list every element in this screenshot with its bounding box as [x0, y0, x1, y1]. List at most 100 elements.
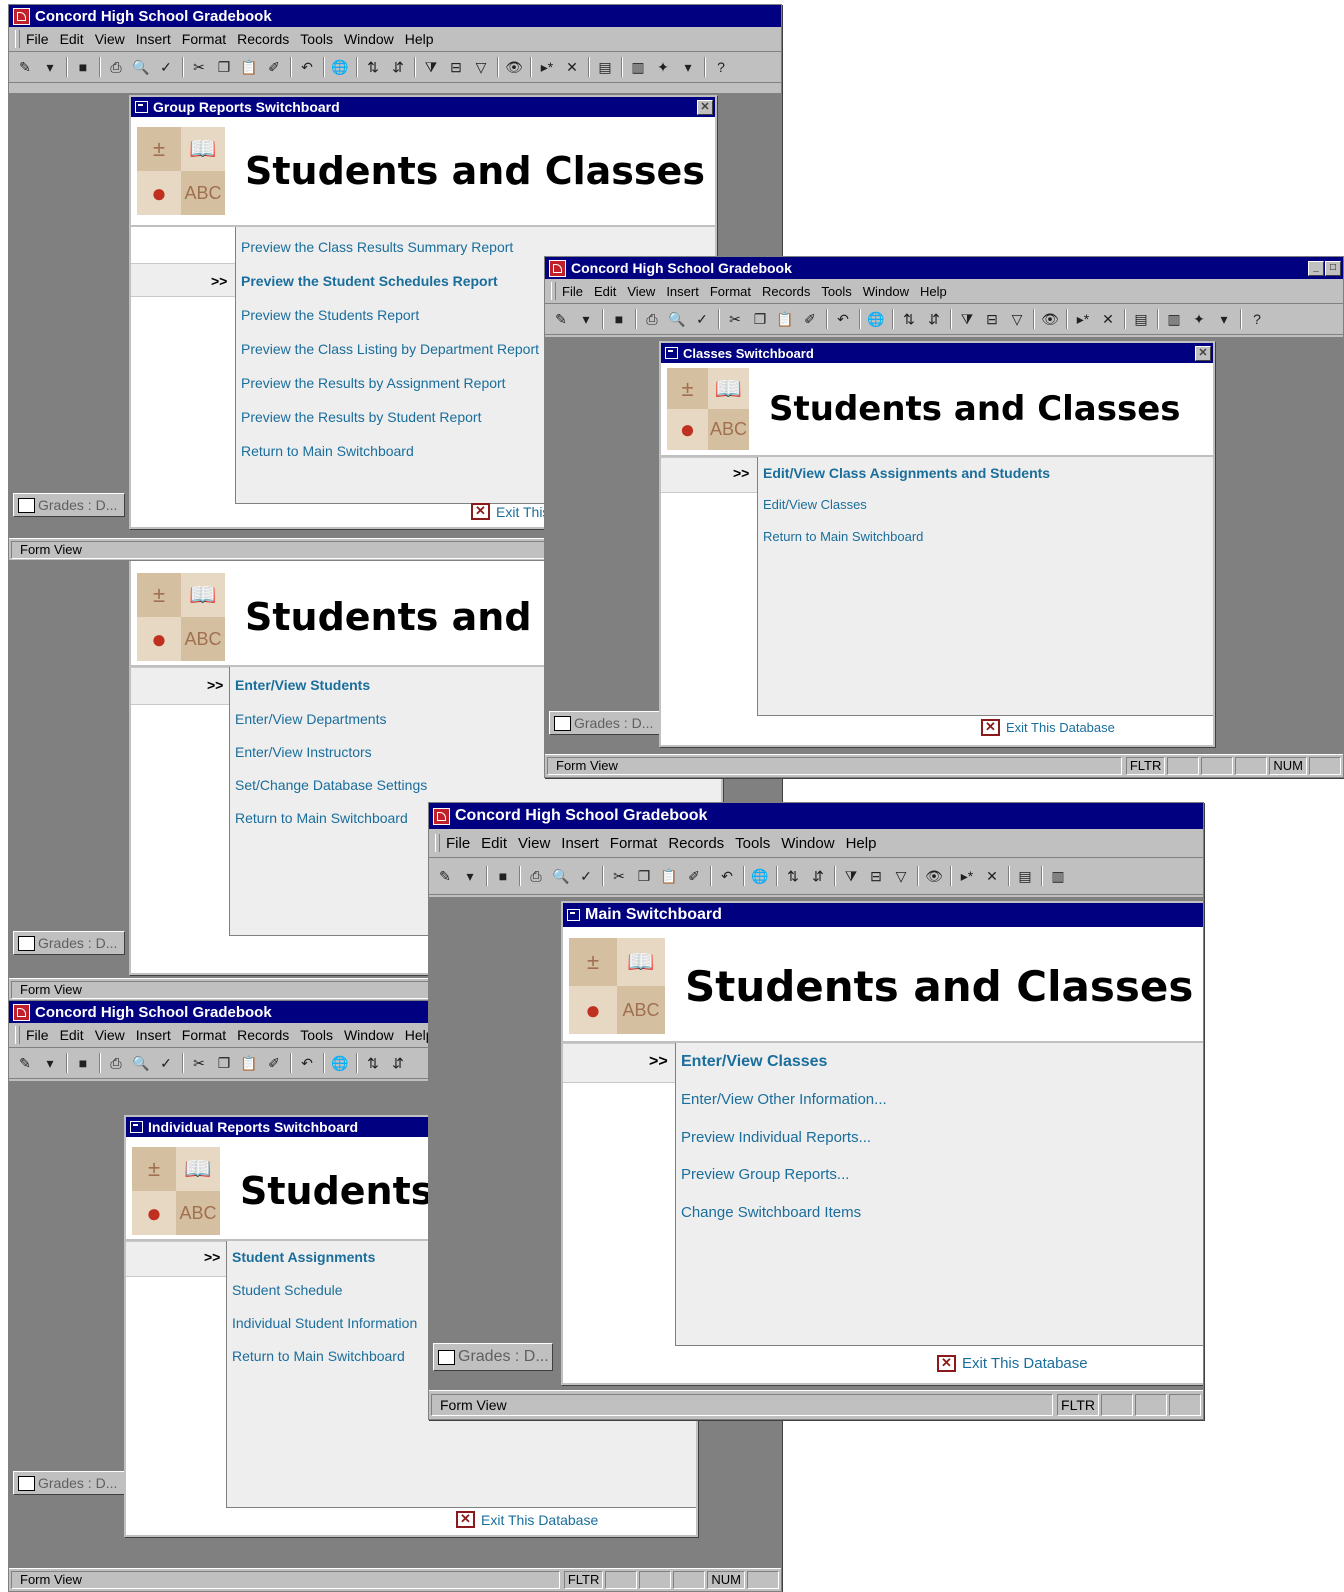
copy-icon[interactable]: ❐: [214, 1053, 234, 1073]
sort-descending-icon[interactable]: ⇵: [388, 57, 408, 77]
menu-window[interactable]: Window: [781, 835, 834, 852]
switchboard-item[interactable]: Preview the Class Listing by Department …: [241, 341, 539, 357]
spelling-icon[interactable]: ✓: [576, 866, 596, 886]
menu-view[interactable]: View: [518, 835, 550, 852]
menu-tools[interactable]: Tools: [300, 1027, 333, 1043]
menu-records[interactable]: Records: [237, 1027, 289, 1043]
delete-record-icon[interactable]: ✕: [982, 866, 1002, 886]
switchboard-item-selected[interactable]: Edit/View Class Assignments and Students: [763, 465, 1050, 481]
switchboard-item[interactable]: Enter/View Departments: [235, 711, 386, 727]
properties-icon[interactable]: ▤: [1131, 309, 1151, 329]
close-icon[interactable]: ✕: [1195, 345, 1211, 361]
paste-icon[interactable]: 📋: [775, 309, 795, 329]
menu-format[interactable]: Format: [710, 284, 751, 299]
menu-insert[interactable]: Insert: [136, 1027, 171, 1043]
dropdown-arrow-icon[interactable]: ▾: [1214, 309, 1234, 329]
apply-filter-icon[interactable]: ▽: [471, 57, 491, 77]
switchboard-item[interactable]: Set/Change Database Settings: [235, 777, 427, 793]
switchboard-item[interactable]: Enter/View Other Information...: [681, 1091, 887, 1108]
menu-insert[interactable]: Insert: [666, 284, 699, 299]
menu-window[interactable]: Window: [344, 31, 394, 47]
database-window-icon[interactable]: ▥: [628, 57, 648, 77]
filter-by-selection-icon[interactable]: ⧩: [421, 57, 441, 77]
apply-filter-icon[interactable]: ▽: [1007, 309, 1027, 329]
menu-format[interactable]: Format: [182, 31, 226, 47]
new-object-icon[interactable]: ✦: [653, 57, 673, 77]
dropdown-arrow-icon[interactable]: ▾: [576, 309, 596, 329]
format-painter-icon[interactable]: ✐: [264, 57, 284, 77]
save-icon[interactable]: ■: [493, 866, 513, 886]
menu-help[interactable]: Help: [920, 284, 947, 299]
menu-window[interactable]: Window: [344, 1027, 394, 1043]
hyperlink-icon[interactable]: 🌐: [330, 57, 350, 77]
find-icon[interactable]: 👁: [924, 866, 944, 886]
app-titlebar[interactable]: Concord High School Gradebook _ □: [545, 257, 1343, 279]
help-icon[interactable]: ?: [1247, 309, 1267, 329]
switchboard-item-selected[interactable]: Enter/View Students: [235, 677, 370, 693]
menu-insert[interactable]: Insert: [136, 31, 171, 47]
dropdown-arrow-icon[interactable]: ▾: [460, 866, 480, 886]
cut-icon[interactable]: ✂: [189, 1053, 209, 1073]
menu-insert[interactable]: Insert: [561, 835, 599, 852]
switchboard-item-selected[interactable]: Preview the Student Schedules Report: [241, 273, 498, 289]
menu-file[interactable]: File: [26, 31, 49, 47]
sort-descending-icon[interactable]: ⇵: [388, 1053, 408, 1073]
sort-ascending-icon[interactable]: ⇅: [363, 1053, 383, 1073]
switchboard-item[interactable]: Individual Student Information: [232, 1315, 417, 1331]
switchboard-item[interactable]: Preview the Class Results Summary Report: [241, 239, 513, 255]
menu-help[interactable]: Help: [405, 31, 434, 47]
undo-icon[interactable]: ↶: [297, 1053, 317, 1073]
sort-descending-icon[interactable]: ⇵: [924, 309, 944, 329]
minimized-database-window[interactable]: Grades : D...: [13, 931, 125, 955]
menu-window[interactable]: Window: [863, 284, 909, 299]
hyperlink-icon[interactable]: 🌐: [866, 309, 886, 329]
switchboard-item-selected[interactable]: Enter/View Classes: [681, 1053, 827, 1071]
sort-ascending-icon[interactable]: ⇅: [363, 57, 383, 77]
app-titlebar[interactable]: Concord High School Gradebook: [9, 5, 781, 27]
delete-record-icon[interactable]: ✕: [1098, 309, 1118, 329]
menu-help[interactable]: Help: [846, 835, 877, 852]
new-object-icon[interactable]: ✦: [1189, 309, 1209, 329]
switchboard-item[interactable]: Student Schedule: [232, 1282, 343, 1298]
filter-by-selection-icon[interactable]: ⧩: [957, 309, 977, 329]
switchboard-item[interactable]: Preview the Results by Assignment Report: [241, 375, 506, 391]
menu-format[interactable]: Format: [610, 835, 658, 852]
format-painter-icon[interactable]: ✐: [684, 866, 704, 886]
menu-edit[interactable]: Edit: [594, 284, 616, 299]
menu-format[interactable]: Format: [182, 1027, 226, 1043]
switchboard-item[interactable]: Enter/View Instructors: [235, 744, 372, 760]
maximize-icon[interactable]: □: [1325, 260, 1341, 276]
spelling-icon[interactable]: ✓: [156, 57, 176, 77]
cut-icon[interactable]: ✂: [189, 57, 209, 77]
form-titlebar[interactable]: Classes Switchboard ✕: [661, 343, 1213, 363]
design-view-icon[interactable]: ✎: [15, 1053, 35, 1073]
find-icon[interactable]: 👁: [1040, 309, 1060, 329]
minimized-database-window[interactable]: Grades : D...: [433, 1343, 553, 1371]
design-view-icon[interactable]: ✎: [15, 57, 35, 77]
exit-database-button[interactable]: ✕ Exit This Database: [456, 1511, 598, 1528]
print-preview-icon[interactable]: 🔍: [131, 57, 151, 77]
menu-file[interactable]: File: [26, 1027, 49, 1043]
dropdown-arrow-icon[interactable]: ▾: [678, 57, 698, 77]
paste-icon[interactable]: 📋: [239, 57, 259, 77]
hyperlink-icon[interactable]: 🌐: [750, 866, 770, 886]
switchboard-item[interactable]: Change Switchboard Items: [681, 1204, 861, 1221]
menu-edit[interactable]: Edit: [60, 31, 84, 47]
print-icon[interactable]: ⎙: [642, 309, 662, 329]
find-icon[interactable]: 👁: [504, 57, 524, 77]
new-record-icon[interactable]: ▸*: [1073, 309, 1093, 329]
menu-view[interactable]: View: [627, 284, 655, 299]
new-record-icon[interactable]: ▸*: [957, 866, 977, 886]
switchboard-item[interactable]: Edit/View Classes: [763, 497, 867, 512]
menu-view[interactable]: View: [95, 31, 125, 47]
save-icon[interactable]: ■: [73, 57, 93, 77]
minimized-database-window[interactable]: Grades : D...: [549, 711, 661, 735]
print-preview-icon[interactable]: 🔍: [131, 1053, 151, 1073]
new-record-icon[interactable]: ▸*: [537, 57, 557, 77]
spelling-icon[interactable]: ✓: [156, 1053, 176, 1073]
format-painter-icon[interactable]: ✐: [264, 1053, 284, 1073]
hyperlink-icon[interactable]: 🌐: [330, 1053, 350, 1073]
database-window-icon[interactable]: ▥: [1048, 866, 1068, 886]
menu-records[interactable]: Records: [237, 31, 289, 47]
form-titlebar[interactable]: Group Reports Switchboard ✕: [131, 97, 715, 117]
